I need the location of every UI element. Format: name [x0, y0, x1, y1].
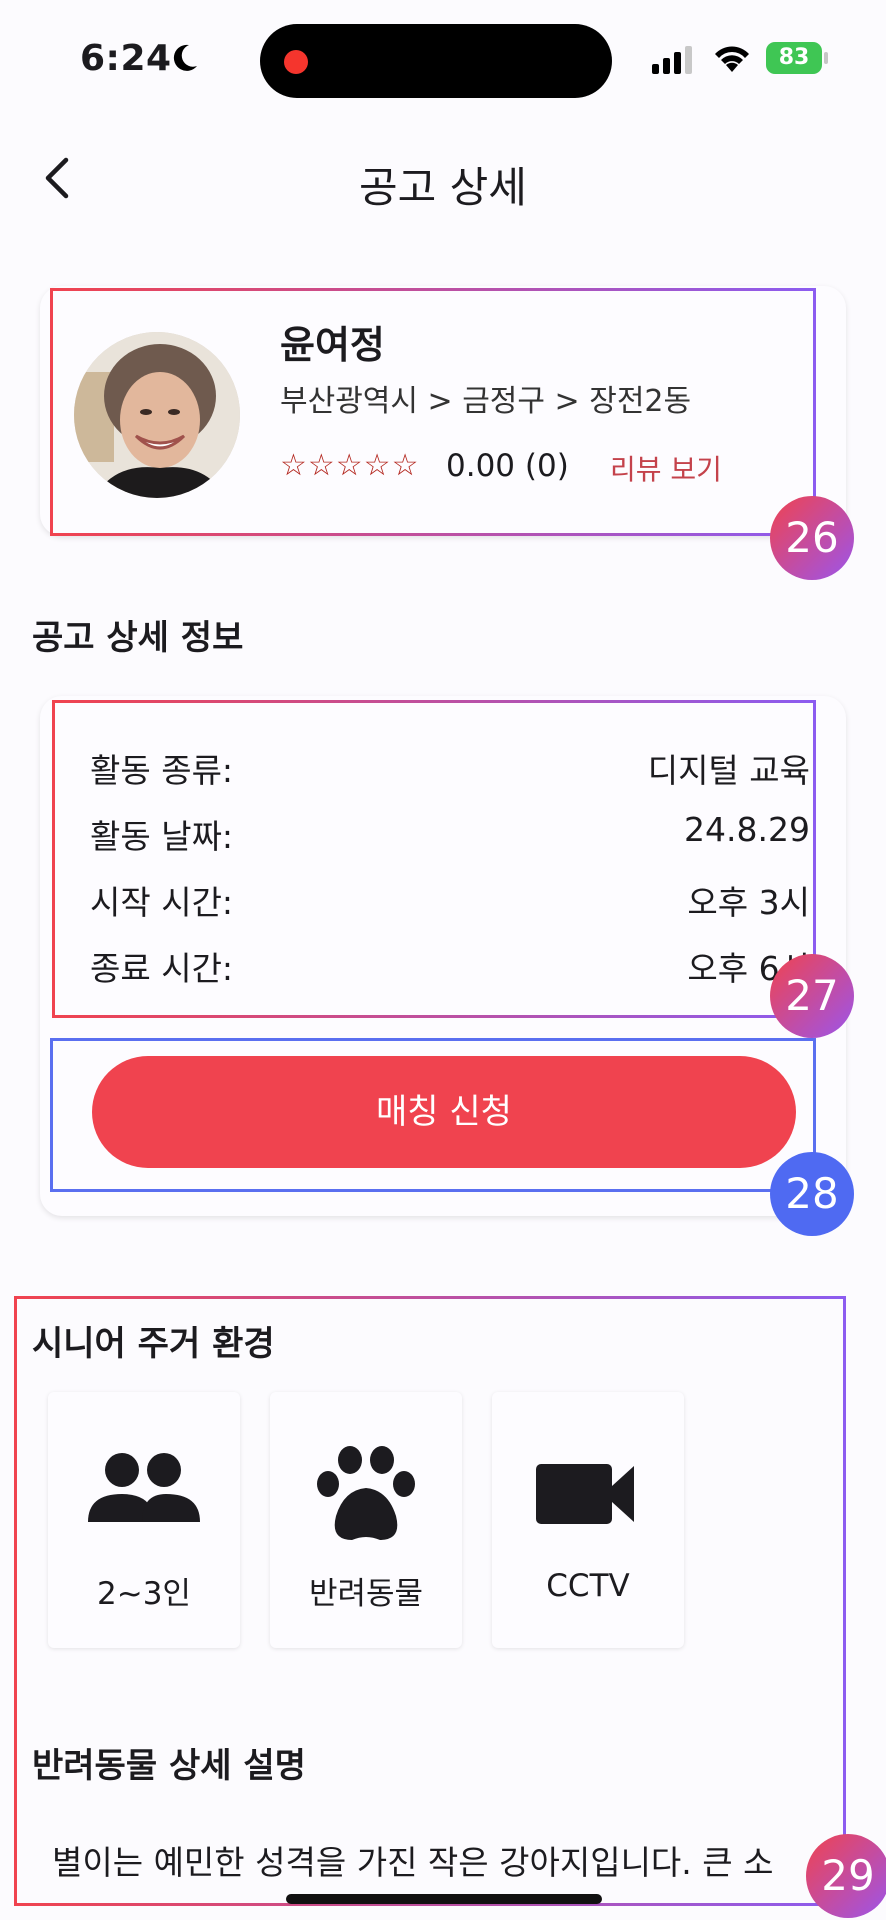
annotation-badge-29: 29: [806, 1834, 886, 1918]
battery-cap: [824, 52, 828, 64]
battery-indicator: 83: [766, 42, 828, 74]
dynamic-island: [260, 24, 612, 98]
annotation-badge-26: 26: [770, 496, 854, 580]
annotation-box-28: [50, 1038, 816, 1192]
annotation-badge-27: 27: [770, 954, 854, 1038]
annotation-box-26: [50, 288, 816, 536]
annotation-badge-28: 28: [770, 1152, 854, 1236]
recording-dot: [284, 50, 308, 74]
annotation-box-29: [14, 1296, 846, 1906]
cellular-signal-icon: [652, 46, 692, 74]
battery-level: 83: [766, 42, 822, 74]
status-time: 6:24: [80, 38, 172, 79]
screen: 6:24 83 공고 상세 윤여정 부산광역시 > 금정구 > 장전2동 ☆☆☆…: [0, 0, 886, 1920]
moon-icon: [173, 44, 197, 71]
details-section-title: 공고 상세 정보: [32, 618, 244, 658]
home-indicator: [286, 1894, 602, 1904]
wifi-icon: [715, 46, 749, 72]
page-title: 공고 상세: [359, 163, 527, 212]
annotation-box-27: [52, 700, 816, 1018]
